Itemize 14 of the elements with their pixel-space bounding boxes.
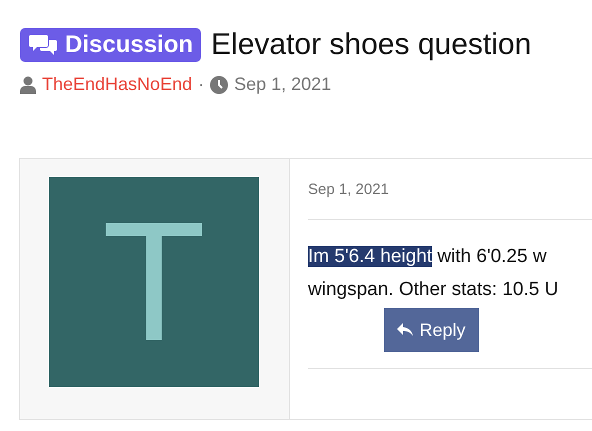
post-date[interactable]: Sep 1, 2021 — [308, 159, 592, 220]
chat-icon — [29, 33, 57, 57]
separator: · — [198, 74, 204, 95]
discussion-label[interactable]: Discussion — [20, 28, 202, 62]
reply-button[interactable]: Reply — [384, 308, 479, 352]
user-icon — [20, 76, 36, 94]
clock-icon — [210, 76, 228, 94]
thread-date: Sep 1, 2021 — [234, 74, 332, 95]
post-text: Im 5'6.4 height with 6'0.25 w — [308, 245, 548, 269]
post-text: wingspan. Other stats: 10.5 U — [308, 278, 560, 302]
author-link[interactable]: TheEndHasNoEnd — [42, 74, 192, 95]
reply-icon — [397, 323, 414, 337]
avatar[interactable]: T — [49, 177, 259, 387]
thread-title: Elevator shoes question — [211, 28, 532, 62]
